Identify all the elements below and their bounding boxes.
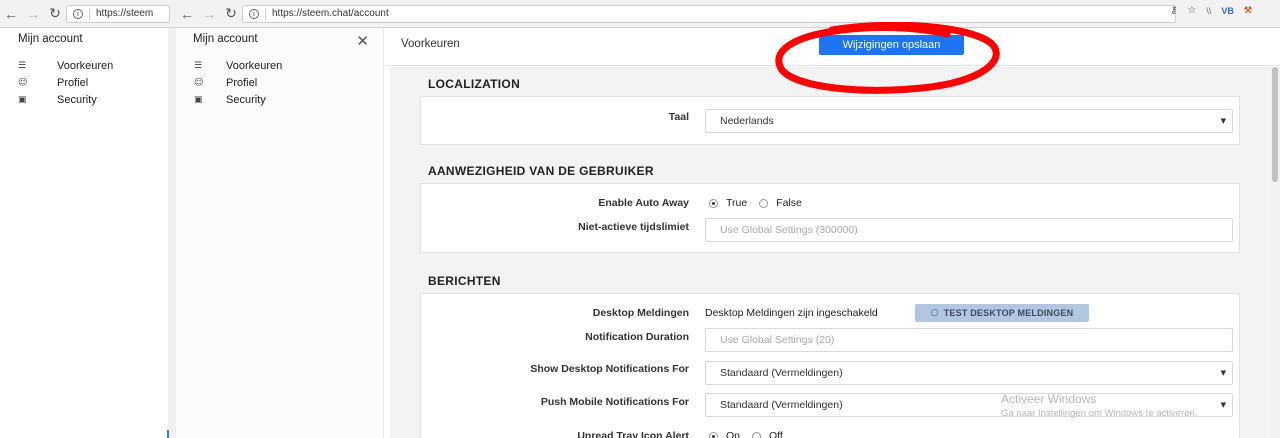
- sidebar-item-profiel[interactable]: ☺ Profiel: [194, 77, 257, 89]
- field-label: Push Mobile Notifications For: [540, 396, 689, 408]
- info-icon: i: [249, 8, 259, 19]
- address-text-right: https://steem.chat/account: [272, 8, 389, 19]
- sidebar-item-label: Profiel: [57, 77, 89, 89]
- forward-icon[interactable]: →: [198, 3, 220, 25]
- select-value: Standaard (Vermeldingen): [720, 367, 843, 379]
- user-icon: ☺: [194, 78, 204, 88]
- idle-timeout-input[interactable]: Use Global Settings (300000): [705, 218, 1233, 242]
- info-icon: i: [73, 8, 83, 19]
- key-icon[interactable]: ⚷: [1170, 5, 1177, 16]
- sidebar-item-security[interactable]: ▣ Security: [194, 94, 266, 106]
- caret-down-icon: ▼: [1220, 401, 1226, 409]
- sidebar-item-voorkeuren[interactable]: ☰ Voorkeuren: [194, 60, 282, 72]
- caret-down-icon: ▼: [1220, 369, 1226, 377]
- scrollbar-thumb[interactable]: [1272, 67, 1278, 182]
- address-bar-right[interactable]: i https://steem.chat/account: [242, 4, 1176, 23]
- section-title-messages: BERICHTEN: [428, 274, 501, 288]
- lock-icon: ▣: [194, 95, 203, 105]
- extension-tool-icon[interactable]: ⚒: [1244, 5, 1252, 16]
- auto-away-radio-group: True False: [709, 197, 814, 209]
- desktop-notifications-for-select[interactable]: Standaard (Vermeldingen) ▼: [705, 361, 1233, 385]
- browser-toolbar-left: ← → ↻ i https://steem: [0, 0, 176, 28]
- sidebar-item-label: Profiel: [226, 77, 258, 89]
- sidebar-title: Mijn account: [18, 33, 83, 45]
- screenshot-root: ← → ↻ i https://steem ← → ↻ i https://st…: [0, 0, 1280, 438]
- sidebar-item-security[interactable]: ▣ Security: [18, 94, 97, 106]
- field-label: Enable Auto Away: [598, 197, 689, 209]
- address-text-left: https://steem: [96, 8, 154, 19]
- chat-bubble-icon: ○: [930, 308, 939, 318]
- separator: [89, 7, 90, 20]
- radio-label: True: [726, 197, 748, 209]
- sidebar-title: Mijn account: [193, 33, 258, 45]
- radio-false[interactable]: [759, 198, 769, 208]
- sliders-icon: ☰: [194, 61, 203, 71]
- desktop-notifications-status: Desktop Meldingen zijn ingeschakeld: [705, 307, 878, 319]
- main-scrollbar[interactable]: [1270, 67, 1280, 438]
- panel-localization: Taal Nederlands ▼: [420, 96, 1240, 145]
- caret-down-icon: ▼: [1220, 117, 1226, 125]
- button-label: TEST DESKTOP MELDINGEN: [943, 308, 1074, 318]
- select-value: Nederlands: [720, 115, 774, 127]
- divider-marker: [167, 430, 169, 438]
- browser-toolbar-right: ← → ↻ i https://steem.chat/account ⚷ ☆ \…: [176, 0, 1280, 28]
- radio-label: On: [726, 430, 741, 438]
- sidebar-left-window: Mijn account ☰ Voorkeuren ☺ Profiel ▣ Se…: [0, 28, 168, 438]
- toolbar-actions: ⚷ ☆ \\ VB ⚒: [1170, 5, 1280, 16]
- back-icon[interactable]: ←: [0, 3, 22, 25]
- sidebar-item-profiel[interactable]: ☺ Profiel: [18, 77, 88, 89]
- sidebar-item-label: Security: [226, 94, 266, 106]
- radio-label: False: [776, 197, 802, 209]
- back-icon[interactable]: ←: [176, 3, 198, 25]
- sidebar-right-window: Mijn account ✕ ☰ Voorkeuren ☺ Profiel ▣ …: [176, 28, 384, 438]
- address-bar-left[interactable]: i https://steem: [66, 4, 170, 23]
- watermark-subtitle: Ga naar Instellingen om Windows te activ…: [1001, 408, 1198, 419]
- test-desktop-notifications-button[interactable]: ○ TEST DESKTOP MELDINGEN: [915, 304, 1089, 322]
- page-title: Voorkeuren: [401, 38, 460, 50]
- separator: [265, 7, 266, 20]
- reload-icon[interactable]: ↻: [220, 3, 242, 25]
- section-title-localization: LOCALIZATION: [428, 77, 521, 91]
- field-label: Taal: [668, 111, 689, 123]
- settings-content: LOCALIZATION Taal Nederlands ▼ AANWEZIGH…: [390, 67, 1270, 438]
- windows-activation-watermark: Activeer Windows Ga naar Instellingen om…: [1001, 392, 1197, 419]
- panel-presence: Enable Auto Away True False Niet-actieve…: [420, 183, 1240, 253]
- field-label: Niet-actieve tijdslimiet: [578, 221, 689, 233]
- notification-duration-input[interactable]: Use Global Settings (20): [705, 328, 1233, 352]
- extension-vb-icon[interactable]: VB: [1221, 6, 1234, 16]
- select-value: Standaard (Vermeldingen): [720, 399, 843, 411]
- close-icon[interactable]: ✕: [356, 32, 369, 50]
- forward-icon[interactable]: →: [22, 3, 44, 25]
- lock-icon: ▣: [18, 95, 27, 105]
- page-header: Voorkeuren Wijzigingen opslaan: [385, 28, 1280, 66]
- language-select[interactable]: Nederlands ▼: [705, 109, 1233, 133]
- tray-alert-radio-group: On Off: [709, 430, 795, 438]
- watermark-title: Activeer Windows: [1001, 392, 1097, 406]
- sidebar-item-label: Security: [57, 94, 97, 106]
- sidebar-item-label: Voorkeuren: [226, 60, 283, 72]
- sidebar-item-voorkeuren[interactable]: ☰ Voorkeuren: [18, 60, 113, 72]
- extension-icon[interactable]: \\: [1206, 6, 1211, 16]
- reload-icon[interactable]: ↻: [44, 3, 66, 25]
- sidebar-item-label: Voorkeuren: [57, 60, 114, 72]
- radio-true[interactable]: [709, 198, 718, 208]
- save-button[interactable]: Wijzigingen opslaan: [819, 35, 964, 55]
- field-label: Show Desktop Notifications For: [530, 363, 689, 375]
- sliders-icon: ☰: [18, 61, 27, 71]
- field-label: Unread Tray Icon Alert: [577, 430, 689, 438]
- star-icon[interactable]: ☆: [1187, 5, 1196, 16]
- window-divider: [168, 28, 176, 438]
- section-title-presence: AANWEZIGHEID VAN DE GEBRUIKER: [428, 164, 654, 178]
- field-label: Desktop Meldingen: [592, 307, 689, 319]
- radio-off[interactable]: [752, 431, 762, 438]
- radio-on[interactable]: [709, 431, 718, 438]
- radio-label: Off: [769, 430, 783, 438]
- user-icon: ☺: [18, 78, 28, 88]
- field-label: Notification Duration: [585, 331, 689, 343]
